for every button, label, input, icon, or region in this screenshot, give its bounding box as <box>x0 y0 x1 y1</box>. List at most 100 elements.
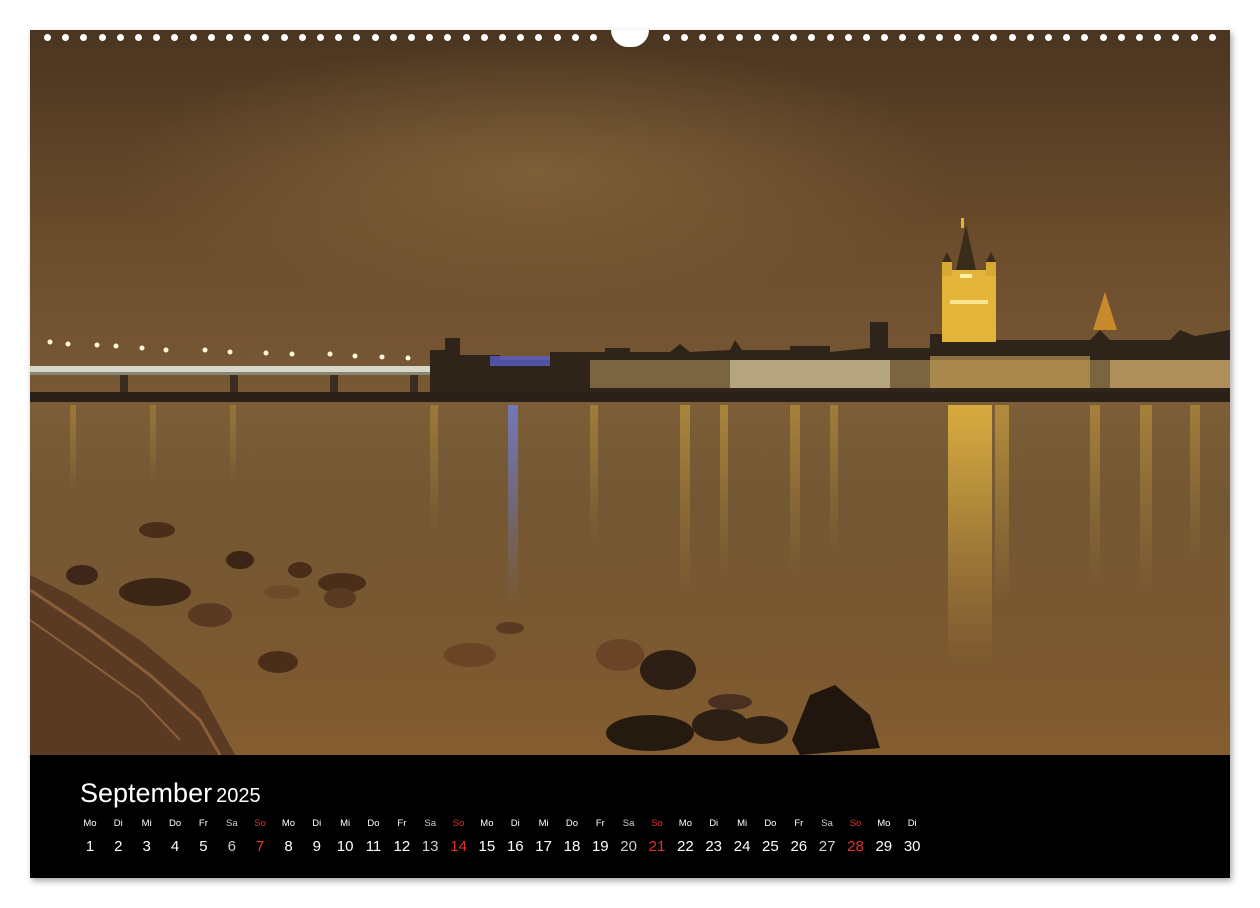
binding-hole <box>153 34 161 41</box>
weekday-label: Mo <box>83 818 97 829</box>
binding-hole <box>1208 34 1216 41</box>
binding-hole <box>80 34 88 41</box>
date-number: 6 <box>227 838 236 855</box>
date-number: 24 <box>733 838 751 855</box>
binding-hole <box>590 34 597 41</box>
binding-hole <box>244 34 252 41</box>
date-number: 19 <box>591 838 609 855</box>
binding-hole <box>408 34 415 41</box>
weekday-label: Mi <box>538 818 549 829</box>
binding-hole <box>717 34 725 41</box>
weekday-label: Do <box>367 818 380 829</box>
date-number: 3 <box>142 838 151 855</box>
date-number: 14 <box>450 838 467 855</box>
day-cell: Sa 6 <box>218 818 246 857</box>
date-number: 15 <box>478 838 496 855</box>
weekday-label: Mo <box>877 818 891 829</box>
weekday-label: Mi <box>737 818 748 829</box>
day-cell: Di 16 <box>501 818 529 857</box>
binding-hole <box>116 34 124 41</box>
weekday-label: Mi <box>340 818 351 829</box>
day-cell: Mi 10 <box>331 818 359 857</box>
weekday-label: Di <box>709 818 719 829</box>
date-number: 28 <box>847 838 864 855</box>
binding-hole <box>226 34 233 41</box>
binding-hole <box>335 34 343 41</box>
weekday-label: Fr <box>397 818 407 829</box>
weekday-label: Fr <box>595 818 605 829</box>
day-cell: Sa 13 <box>416 818 444 857</box>
weekday-label: Di <box>312 818 322 829</box>
binding-hole <box>280 34 288 41</box>
weekday-label: Di <box>907 818 917 829</box>
binding-hole <box>1008 34 1016 41</box>
binding-hole <box>207 34 215 41</box>
date-number: 27 <box>818 838 836 855</box>
binding-hole <box>990 34 998 41</box>
day-cell: Mo 8 <box>275 818 303 857</box>
day-cell: Sa 20 <box>615 818 643 857</box>
date-number: 7 <box>255 838 265 855</box>
day-cell: Fr 5 <box>189 818 217 857</box>
date-number: 12 <box>393 838 411 855</box>
binding-hole <box>262 34 270 41</box>
binding-hole <box>353 34 361 41</box>
year-label: 2025 <box>216 785 261 807</box>
date-number: 23 <box>705 838 723 855</box>
binding-hole <box>917 34 925 41</box>
day-cell: Di 2 <box>104 818 132 857</box>
day-cell: Di 9 <box>303 818 331 857</box>
day-cell: Fr 19 <box>586 818 614 857</box>
calendar-band <box>30 755 1230 878</box>
weekday-label: Sa <box>821 818 833 829</box>
day-cell: Di 23 <box>700 818 728 857</box>
binding-hole <box>1099 34 1107 41</box>
date-number: 11 <box>365 838 382 855</box>
weekday-label: Mi <box>141 818 152 829</box>
weekday-label: Sa <box>622 818 635 829</box>
weekday-label: Di <box>113 818 123 829</box>
date-number: 20 <box>620 838 637 855</box>
binding-hole <box>1081 34 1089 41</box>
date-number: 1 <box>85 838 95 855</box>
binding-hole <box>462 34 470 41</box>
weekday-label: Sa <box>424 818 436 829</box>
binding-hole <box>62 34 70 41</box>
date-number: 18 <box>563 838 581 855</box>
binding-hole <box>1117 34 1125 41</box>
weekday-label: Mo <box>281 818 296 829</box>
date-number: 21 <box>648 838 666 855</box>
binding-hole <box>1026 34 1034 41</box>
binding-hole <box>863 34 870 41</box>
date-number: 29 <box>875 838 893 855</box>
weekday-label: Do <box>565 818 579 829</box>
weekday-label: Do <box>169 818 182 829</box>
binding-hole <box>808 34 816 41</box>
binding-hole <box>681 34 688 41</box>
day-cell: Di 30 <box>898 818 926 857</box>
date-number: 4 <box>170 838 180 855</box>
date-number: 26 <box>790 838 808 855</box>
day-cell: Mi 17 <box>530 818 558 857</box>
binding-hole <box>699 34 707 41</box>
day-cell: So 14 <box>445 818 473 857</box>
day-cell: So 28 <box>842 818 870 857</box>
binding-hole <box>371 34 379 41</box>
weekday-label: Fr <box>198 818 208 829</box>
day-cell: Mo 1 <box>76 818 104 857</box>
day-cell: So 21 <box>643 818 671 857</box>
weekday-label: Di <box>510 818 520 829</box>
binding-hole <box>517 34 525 41</box>
binding-hole <box>553 34 561 41</box>
binding-hole <box>899 34 907 41</box>
date-number: 9 <box>312 838 321 855</box>
binding-hole <box>844 34 852 41</box>
weekday-label: Mo <box>678 818 692 829</box>
weekday-label: Mo <box>480 818 494 829</box>
binding-hole <box>772 34 779 41</box>
binding-hole <box>44 34 51 41</box>
day-cell: Sa 27 <box>813 818 841 857</box>
binding-hole <box>881 34 889 41</box>
weekday-label: Do <box>764 818 777 829</box>
binding-hole <box>1045 34 1052 41</box>
